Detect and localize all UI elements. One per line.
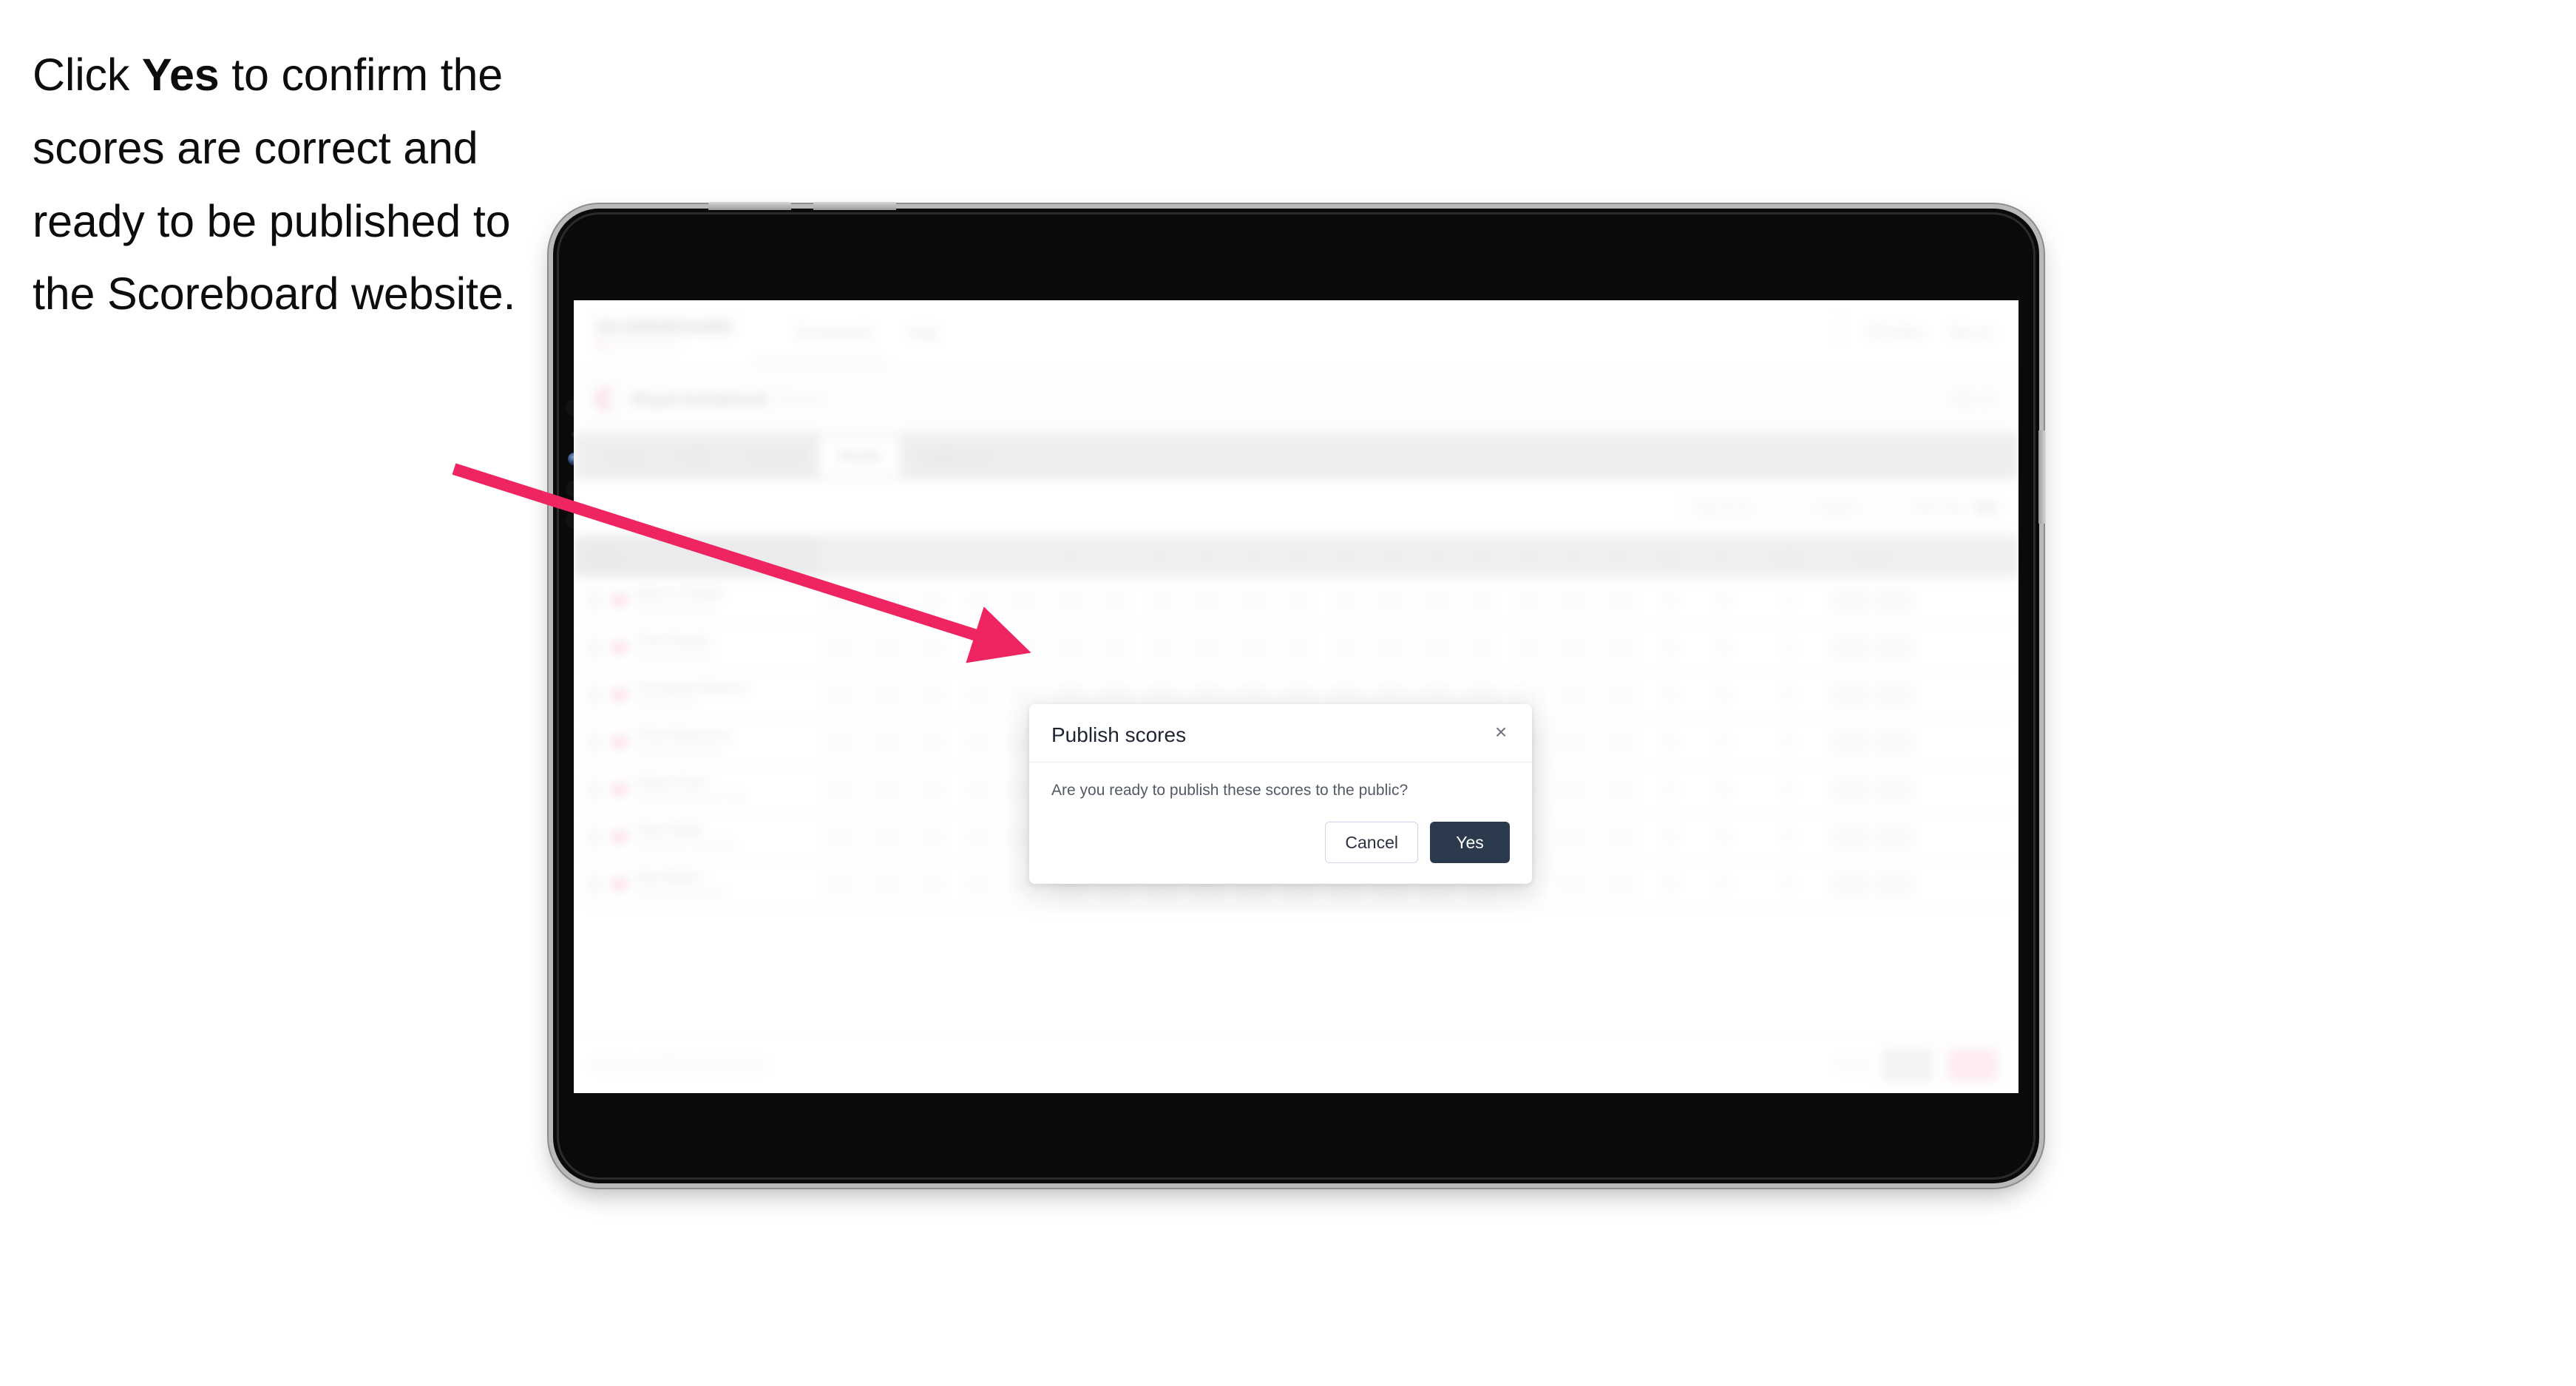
yes-button[interactable]: Yes [1430, 822, 1510, 863]
cancel-button[interactable]: Cancel [1325, 822, 1418, 863]
power-button[interactable] [2038, 430, 2046, 524]
instruction-caption: Click Yes to confirm the scores are corr… [33, 38, 572, 331]
tablet-device: SCOREBOARD live golf scoring Tournaments… [553, 202, 2046, 1183]
tablet-screen: SCOREBOARD live golf scoring Tournaments… [574, 300, 2019, 1093]
volume-down-button[interactable] [813, 202, 896, 210]
dialog-body: Are you ready to publish these scores to… [1029, 763, 1532, 805]
dialog-title: Publish scores [1051, 723, 1187, 746]
caption-bold-yes: Yes [141, 50, 220, 100]
close-icon[interactable]: × [1489, 720, 1513, 744]
page-root: Click Yes to confirm the scores are corr… [0, 0, 2576, 1386]
modal-scrim [574, 300, 2019, 1093]
caption-pre: Click [33, 50, 142, 100]
volume-up-button[interactable] [708, 202, 791, 210]
dialog-actions: Cancel Yes [1029, 805, 1532, 884]
publish-scores-dialog: Publish scores × Are you ready to publis… [1029, 704, 1532, 884]
dialog-header: Publish scores × [1029, 704, 1532, 763]
dialog-message: Are you ready to publish these scores to… [1051, 782, 1409, 799]
